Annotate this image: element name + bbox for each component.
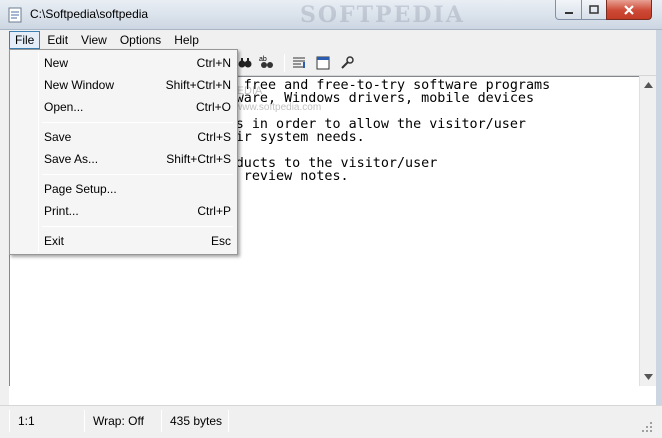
menu-item-label: Save [44, 130, 72, 144]
menu-bar: File Edit View Options Help [0, 30, 662, 50]
maximize-button[interactable] [581, 0, 607, 20]
editor-watermark-url: www.softpedia.com [235, 102, 322, 113]
status-separator [9, 410, 10, 432]
replace-icon[interactable]: ab [258, 54, 276, 72]
menu-separator [42, 226, 233, 227]
menu-item-save-as[interactable]: Save As... Shift+Ctrl+S [12, 148, 235, 170]
toolbar-separator [284, 54, 285, 72]
menu-item-label: Print... [44, 204, 79, 218]
cursor-position: 1:1 [18, 414, 35, 428]
title-bar[interactable]: C:\Softpedia\softpedia SOFTPEDIA [0, 0, 662, 30]
window-title: C:\Softpedia\softpedia [30, 7, 149, 21]
status-separator [228, 410, 229, 432]
menu-item-label: Page Setup... [44, 182, 117, 196]
vertical-scrollbar[interactable] [639, 76, 656, 386]
minimize-button[interactable] [555, 0, 582, 20]
resize-grip-icon[interactable] [640, 420, 654, 434]
file-dropdown-menu: New Ctrl+N New Window Shift+Ctrl+N Open.… [9, 49, 238, 255]
menu-item-page-setup[interactable]: Page Setup... [12, 178, 235, 200]
notepad-icon[interactable] [7, 7, 23, 23]
close-button[interactable] [606, 0, 652, 20]
minimize-icon [564, 11, 573, 14]
status-separator [161, 410, 162, 432]
scroll-down-icon[interactable] [640, 368, 657, 385]
menu-item-label: New Window [44, 78, 115, 92]
tools-icon[interactable] [338, 54, 356, 72]
menu-separator [42, 174, 233, 175]
menu-item-label: Exit [44, 234, 65, 248]
find-icon[interactable] [236, 54, 254, 72]
file-size: 435 bytes [170, 414, 223, 428]
scroll-up-icon[interactable] [640, 76, 657, 93]
menu-item-shortcut: Ctrl+S [197, 130, 231, 144]
menu-item-shortcut: Ctrl+N [196, 56, 231, 70]
watermark: SOFTPEDIA [300, 2, 465, 28]
left-frame [0, 50, 9, 438]
menu-item-shortcut: Shift+Ctrl+S [166, 152, 231, 166]
maximize-icon [589, 4, 599, 14]
menu-item-shortcut: Esc [210, 234, 231, 248]
svg-text:ab: ab [259, 56, 267, 63]
menu-item-print[interactable]: Print... Ctrl+P [12, 200, 235, 222]
menu-options[interactable]: Options [114, 31, 167, 49]
menu-item-label: Save As... [44, 152, 99, 166]
menu-item-label: New [44, 56, 69, 70]
menu-item-new-window[interactable]: New Window Shift+Ctrl+N [12, 74, 235, 96]
menu-item-open[interactable]: Open... Ctrl+O [12, 96, 235, 118]
window-icon[interactable] [314, 54, 332, 72]
menu-item-shortcut: Ctrl+O [195, 100, 231, 114]
menu-item-exit[interactable]: Exit Esc [12, 230, 235, 252]
status-separator [84, 410, 85, 432]
close-icon [624, 4, 634, 15]
menu-separator [42, 122, 233, 123]
right-frame [656, 30, 662, 438]
menu-help[interactable]: Help [168, 31, 205, 49]
word-wrap-icon[interactable] [290, 54, 308, 72]
menu-item-save[interactable]: Save Ctrl+S [12, 126, 235, 148]
menu-item-shortcut: Ctrl+P [197, 204, 231, 218]
wrap-status: Wrap: Off [93, 414, 144, 428]
menu-item-label: Open... [44, 100, 84, 114]
menu-edit[interactable]: Edit [41, 31, 74, 49]
menu-file[interactable]: File [9, 31, 41, 49]
menu-view[interactable]: View [75, 31, 113, 49]
menu-item-shortcut: Shift+Ctrl+N [165, 78, 231, 92]
menu-item-new[interactable]: New Ctrl+N [12, 52, 235, 74]
status-bar: 1:1 Wrap: Off 435 bytes [0, 405, 662, 438]
